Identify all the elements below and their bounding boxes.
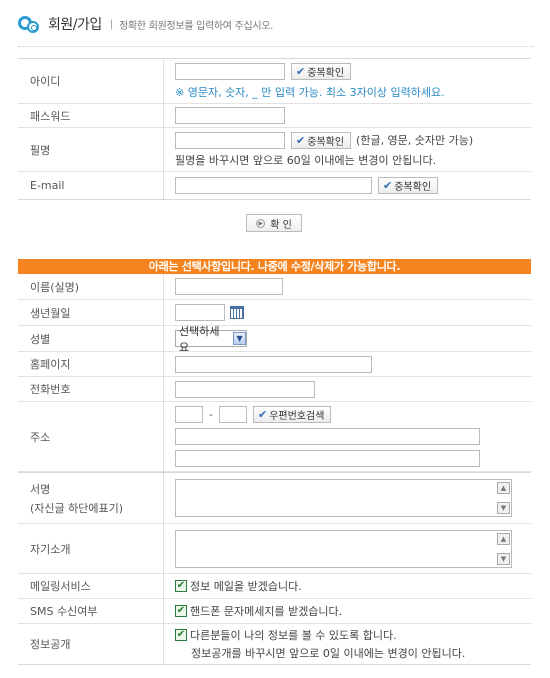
id-check-button[interactable]: ✔ 중복확인: [291, 62, 352, 80]
row-mailing: 메일링서비스 ✔ 정보 메일을 받겠습니다.: [18, 574, 531, 599]
intro-textarea[interactable]: ▲ ▼: [175, 529, 512, 568]
sms-checkbox[interactable]: ✔: [175, 605, 187, 617]
phone-input[interactable]: [175, 380, 315, 398]
address-line1-input[interactable]: [175, 428, 480, 445]
row-homepage: 홈페이지: [18, 352, 531, 377]
zipcode-second-input[interactable]: [218, 406, 247, 423]
logo-icon: [18, 14, 42, 34]
gender-select[interactable]: 선택하세요 ▼: [175, 325, 247, 354]
check-icon: ✔: [257, 408, 268, 421]
disclosure-text: 다른분들이 나의 정보를 볼 수 있도록 합니다.: [190, 629, 397, 642]
check-icon: ✔: [296, 64, 306, 78]
signature-label: 서명: [30, 482, 51, 496]
row-address: 주소 - ✔ 우편번호검색: [18, 402, 531, 472]
mailing-checkbox[interactable]: ✔: [175, 580, 187, 592]
page-header: 회원/가입 | 정확한 회원정보를 입력하여 주십시오.: [18, 12, 273, 36]
zipcode-first-input[interactable]: [175, 406, 203, 423]
email-label: E-mail: [18, 172, 164, 199]
id-input[interactable]: [175, 62, 285, 80]
check-icon: ✔: [383, 179, 393, 192]
row-disclosure: 정보공개 ✔ 다른분들이 나의 정보를 볼 수 있도록 합니다. 정보공개를 바…: [18, 624, 531, 664]
signature-sublabel: (자신글 하단에표기): [30, 501, 124, 515]
zipcode-search-label: 우편번호검색: [269, 411, 325, 422]
mailing-text: 정보 메일을 받겠습니다.: [190, 580, 302, 593]
gender-selected-value: 선택하세요: [179, 324, 220, 354]
scroll-up-icon[interactable]: ▲: [497, 482, 510, 494]
id-label: 아이디: [18, 59, 164, 103]
intro-label: 자기소개: [18, 524, 164, 573]
calendar-icon[interactable]: [230, 306, 244, 319]
header-divider: [18, 46, 534, 47]
birthday-label: 생년월일: [18, 300, 164, 325]
sms-text: 핸드폰 문자메세지를 받겠습니다.: [190, 605, 343, 618]
phone-label: 전화번호: [18, 377, 164, 401]
row-nickname: 필명 ✔ 중복확인 (한글, 영문, 숫자만 가능) 필명을 바꾸시면 앞으로 6…: [18, 128, 531, 172]
address-line2-input[interactable]: [175, 450, 480, 467]
page-description: 정확한 회원정보를 입력하여 주십시오.: [119, 20, 274, 32]
email-input[interactable]: [175, 177, 372, 194]
id-hint: ※ 영문자, 숫자, _ 만 입력 가능. 최소 3자이상 입력하세요.: [175, 85, 445, 99]
homepage-input[interactable]: [175, 355, 372, 373]
nickname-check-button[interactable]: ✔ 중복확인: [291, 131, 352, 149]
password-label: 패스워드: [18, 104, 164, 127]
chevron-down-icon[interactable]: ▼: [233, 332, 246, 345]
email-check-label: 중복확인: [394, 182, 432, 193]
gender-label: 성별: [18, 326, 164, 351]
check-icon: ✔: [296, 133, 306, 147]
sms-label: SMS 수신여부: [18, 599, 164, 623]
disclosure-label: 정보공개: [18, 624, 164, 664]
title-separator: |: [109, 18, 114, 30]
nickname-input[interactable]: [175, 131, 285, 149]
signature-textarea[interactable]: ▲ ▼: [175, 479, 512, 517]
password-input[interactable]: [175, 107, 285, 124]
optional-info-table: 이름(실명) 생년월일 성별 선택하세요 ▼ 홈페이지 전화번호 주소 - ✔ …: [18, 274, 531, 665]
required-info-table: 아이디 ✔ 중복확인 ※ 영문자, 숫자, _ 만 입력 가능. 최소 3자이상 …: [18, 58, 531, 200]
optional-banner: 아래는 선택사항입니다. 나중에 수정/삭제가 가능합니다.: [18, 259, 531, 274]
confirm-button[interactable]: ▶ 확 인: [246, 214, 302, 232]
row-phone: 전화번호: [18, 377, 531, 402]
homepage-label: 홈페이지: [18, 352, 164, 376]
row-birthday: 생년월일: [18, 300, 531, 326]
row-sms: SMS 수신여부 ✔ 핸드폰 문자메세지를 받겠습니다.: [18, 599, 531, 624]
mailing-label: 메일링서비스: [18, 574, 164, 598]
nickname-note: (한글, 영문, 숫자만 가능): [356, 134, 474, 147]
scroll-down-icon[interactable]: ▼: [497, 502, 510, 514]
name-input[interactable]: [175, 278, 283, 295]
row-gender: 성별 선택하세요 ▼: [18, 325, 531, 354]
row-signature: 서명 (자신글 하단에표기) ▲ ▼: [18, 472, 531, 524]
confirm-label: 확 인: [270, 219, 292, 231]
nickname-label: 필명: [18, 128, 164, 171]
row-id: 아이디 ✔ 중복확인 ※ 영문자, 숫자, _ 만 입력 가능. 최소 3자이상 …: [18, 59, 531, 104]
zipcode-search-button[interactable]: ✔ 우편번호검색: [252, 406, 332, 423]
arrow-circle-icon: ▶: [256, 218, 266, 228]
row-intro: 자기소개 ▲ ▼: [18, 524, 531, 574]
zipcode-dash: -: [209, 408, 213, 421]
address-label: 주소: [18, 402, 164, 471]
birthday-input[interactable]: [175, 304, 225, 321]
nickname-notice: 필명을 바꾸시면 앞으로 60일 이내에는 변경이 안됩니다.: [175, 153, 437, 167]
page-title: 회원/가입: [48, 17, 102, 33]
disclosure-checkbox[interactable]: ✔: [175, 629, 187, 641]
row-name: 이름(실명): [18, 274, 531, 300]
row-password: 패스워드: [18, 104, 531, 128]
email-check-button[interactable]: ✔ 중복확인: [378, 177, 439, 194]
name-label: 이름(실명): [18, 274, 164, 299]
scroll-down-icon[interactable]: ▼: [497, 552, 510, 565]
nickname-check-label: 중복확인: [307, 136, 345, 148]
disclosure-notice: 정보공개를 바꾸시면 앞으로 0일 이내에는 변경이 안됩니다.: [191, 647, 466, 660]
id-check-label: 중복확인: [307, 67, 345, 79]
row-email: E-mail ✔ 중복확인: [18, 172, 531, 199]
scroll-up-icon[interactable]: ▲: [497, 532, 510, 545]
